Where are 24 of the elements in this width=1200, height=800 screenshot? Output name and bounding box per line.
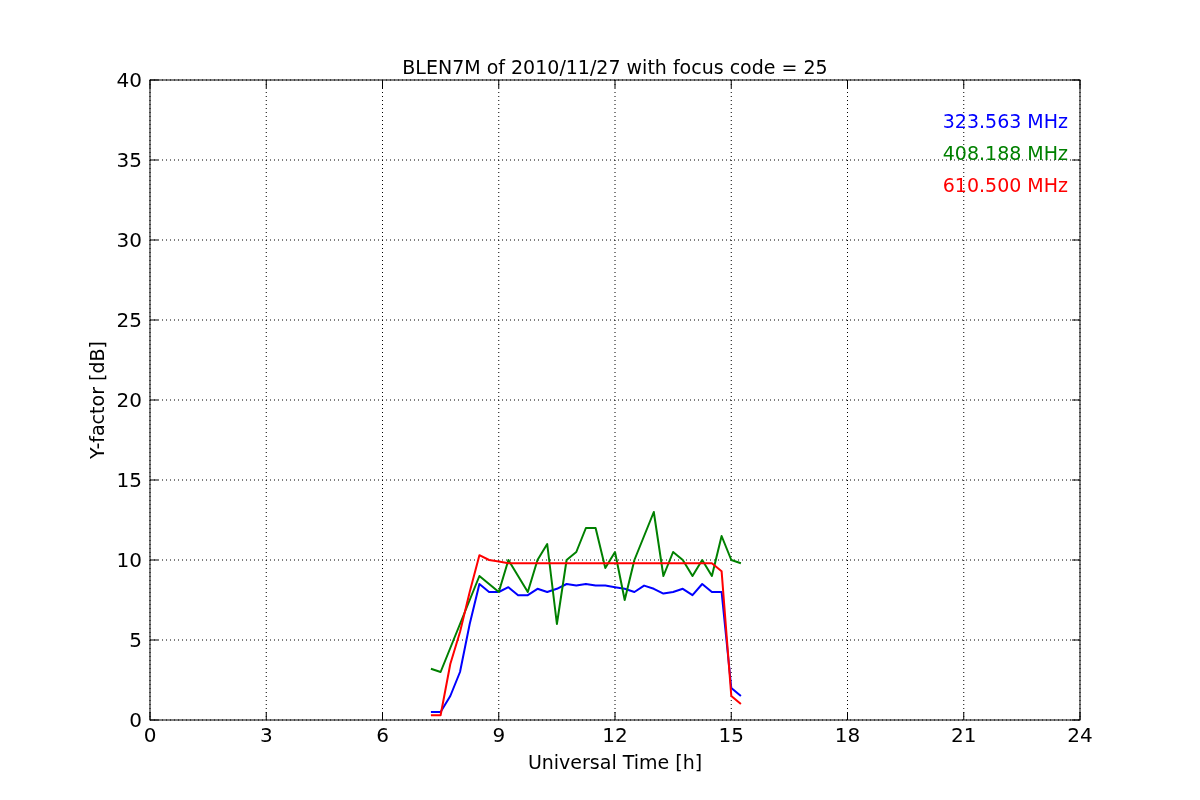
tick-label: 0: [129, 708, 142, 732]
tick-label: 30: [116, 228, 142, 252]
tick-label: 20: [116, 388, 142, 412]
axis-label: Universal Time [h]: [527, 751, 703, 773]
legend-label: 408.188 MHz: [942, 142, 1068, 164]
legend-label: 323.563 MHz: [942, 110, 1068, 132]
tick-label: 5: [129, 628, 142, 652]
tick-label: 40: [116, 68, 142, 92]
tick-label: 6: [376, 723, 389, 747]
tick-label: 24: [1067, 723, 1093, 747]
tick-label: 3: [259, 723, 273, 747]
tick-label: 35: [116, 148, 142, 172]
axis-label: Y-factor [dB]: [86, 341, 108, 459]
tick-label: 15: [718, 723, 744, 747]
tick-label: 18: [834, 723, 861, 747]
tick-label: 12: [602, 723, 628, 747]
tick-label: 10: [116, 548, 142, 572]
chart-title: BLEN7M of 2010/11/27 with focus code = 25: [402, 56, 828, 78]
legend-label: 610.500 MHz: [942, 174, 1068, 196]
tick-label: 25: [116, 308, 142, 332]
tick-label: 21: [951, 723, 977, 747]
tick-label: 0: [143, 723, 157, 747]
tick-label: 9: [492, 723, 506, 747]
tick-label: 15: [116, 468, 142, 492]
